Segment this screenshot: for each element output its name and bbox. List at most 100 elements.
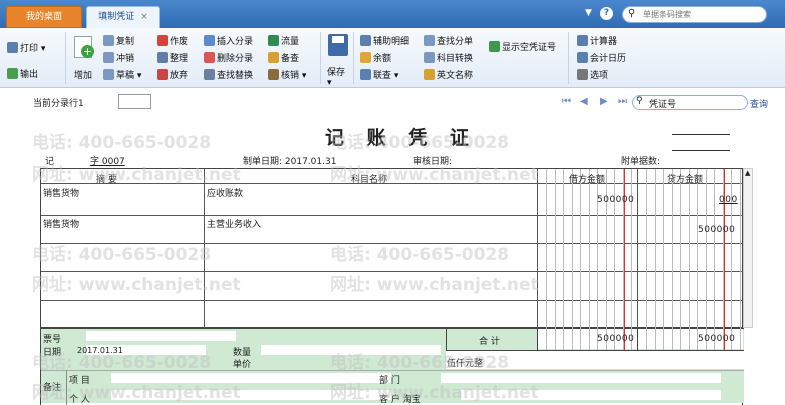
save-icon[interactable] — [328, 34, 348, 56]
organize-button[interactable]: 整理 — [157, 51, 188, 64]
check-button[interactable]: 核销 ▾ — [268, 68, 306, 81]
col-subject: 科目名称 — [351, 175, 388, 185]
close-icon[interactable]: × — [140, 12, 148, 22]
draft-button[interactable]: 草稿 ▾ — [103, 68, 141, 81]
search-icon: ⚲ — [636, 96, 643, 106]
row1-summary[interactable]: 销售货物 — [43, 186, 79, 199]
balance-button[interactable]: 余额 — [360, 51, 391, 64]
row2-credit[interactable]: 500000 — [698, 225, 735, 235]
amount-grid-line — [705, 169, 707, 328]
signature-line — [672, 134, 730, 135]
help-icon[interactable]: ? — [600, 7, 613, 20]
subject-convert-icon — [424, 52, 435, 63]
printer-icon — [7, 42, 18, 53]
insert-entry-button[interactable]: 插入分录 — [204, 34, 253, 47]
english-name-icon — [424, 69, 435, 80]
subject-convert-button[interactable]: 科目转换 — [424, 51, 473, 64]
tab-voucher[interactable]: 填制凭证 × — [86, 6, 160, 28]
find-entry-label: 查找分单 — [437, 37, 474, 47]
department-label: 部 门 — [379, 376, 400, 386]
find-entry-button[interactable]: 查找分单 — [424, 34, 473, 47]
voucher-number[interactable]: 字 0007 — [90, 154, 125, 167]
add-button[interactable]: + — [74, 36, 96, 62]
row2-subject[interactable]: 主营业务收入 — [207, 217, 261, 230]
add-label: 增加 — [74, 71, 93, 81]
audit-date: 审核日期: — [413, 157, 453, 167]
voucher-search-box[interactable]: ⚲ 凭证号 — [632, 95, 748, 110]
top-search-input[interactable] — [643, 8, 761, 21]
void-icon — [157, 35, 168, 46]
table-scrollbar[interactable]: ▲ — [743, 168, 753, 328]
tab-desktop[interactable]: 我的桌面 — [6, 6, 82, 28]
export-icon — [7, 68, 18, 79]
row2-summary[interactable]: 销售货物 — [43, 217, 79, 230]
prev-record-icon[interactable]: ◀ — [580, 97, 590, 107]
ticket-no-label: 票号 — [43, 335, 62, 345]
void-button[interactable]: 作废 — [157, 34, 188, 47]
remark-button[interactable]: 备查 — [268, 51, 299, 64]
voucher-search-text: 凭证号 — [649, 100, 677, 110]
amount-grid-line — [739, 328, 741, 350]
organize-label: 整理 — [170, 54, 189, 64]
row1-credit[interactable]: 000 — [719, 195, 738, 205]
reverse-label: 冲销 — [116, 54, 135, 64]
find-entry-icon — [424, 35, 435, 46]
amount-grid-line — [654, 169, 656, 328]
customer-label[interactable]: 客 户 淘宝 — [379, 392, 421, 405]
unit-price-label: 单价 — [233, 360, 252, 370]
calculator-label: 计算器 — [590, 37, 618, 47]
print-button[interactable]: 打印 ▾ — [7, 41, 45, 54]
cashflow-button[interactable]: 流量 — [268, 34, 299, 47]
amount-grid-line — [714, 169, 715, 328]
calendar-button[interactable]: 会计日历 — [577, 51, 626, 64]
calendar-icon — [577, 52, 588, 63]
total-label: 合 计 — [479, 337, 500, 347]
voucher-type[interactable]: 记 — [45, 154, 54, 167]
amount-grid-line — [631, 169, 632, 328]
show-empty-label: 显示空凭证号 — [502, 43, 557, 53]
amount-in-words: 伍仟元整 — [447, 359, 484, 369]
reverse-button[interactable]: 冲销 — [103, 51, 134, 64]
show-empty-voucher-button[interactable]: 显示空凭证号 — [489, 40, 556, 53]
col-summary: 摘 要 — [96, 175, 117, 185]
amount-grid-line — [680, 328, 681, 350]
save-button[interactable]: 保存 ▾ — [327, 65, 345, 88]
draft-label: 草稿 — [116, 71, 135, 81]
last-record-icon[interactable]: ⏭ — [618, 97, 628, 107]
amount-grid-line — [663, 328, 664, 350]
footer-date-value[interactable]: 2017.01.31 — [77, 346, 123, 355]
aux-detail-icon — [360, 35, 371, 46]
row1-subject[interactable]: 应收账款 — [207, 186, 243, 199]
subject-convert-label: 科目转换 — [437, 54, 474, 64]
create-date[interactable]: 制单日期: 2017.01.31 — [243, 154, 336, 167]
aux-detail-button[interactable]: 辅助明细 — [360, 34, 409, 47]
first-record-icon[interactable]: ⏮ — [562, 97, 572, 107]
divider — [353, 32, 354, 84]
delete-entry-button[interactable]: 删除分录 — [204, 51, 253, 64]
divider — [320, 32, 321, 84]
tab-desktop-label: 我的桌面 — [25, 12, 62, 22]
top-search-box[interactable]: ⚲ — [622, 6, 767, 23]
dropdown-arrow-icon[interactable]: ▼ — [585, 8, 592, 18]
options-label: 选项 — [590, 71, 609, 81]
discard-button[interactable]: 放弃 — [157, 68, 188, 81]
scroll-up-icon[interactable]: ▲ — [745, 169, 750, 177]
find-replace-icon — [204, 69, 215, 80]
current-entry-input[interactable] — [118, 94, 151, 109]
aux-detail-label: 辅助明细 — [373, 37, 410, 47]
check-label: 核销 — [281, 71, 300, 81]
copy-button[interactable]: 复制 — [103, 34, 134, 47]
find-replace-button[interactable]: 查找替换 — [204, 68, 253, 81]
next-record-icon[interactable]: ▶ — [600, 97, 610, 107]
export-button[interactable]: 输出 — [7, 67, 38, 80]
search-icon: ⚲ — [628, 8, 636, 19]
options-button[interactable]: 选项 — [577, 68, 608, 81]
insert-row-icon — [204, 35, 215, 46]
calculator-button[interactable]: 计算器 — [577, 34, 617, 47]
total-credit: 500000 — [698, 334, 736, 344]
linked-query-button[interactable]: 联查 ▾ — [360, 68, 398, 81]
row1-debit[interactable]: 500000 — [597, 195, 634, 205]
english-name-button[interactable]: 英文名称 — [424, 68, 473, 81]
query-button[interactable]: 查询 — [750, 97, 768, 110]
attachment-count[interactable]: 附单据数: — [621, 154, 660, 167]
